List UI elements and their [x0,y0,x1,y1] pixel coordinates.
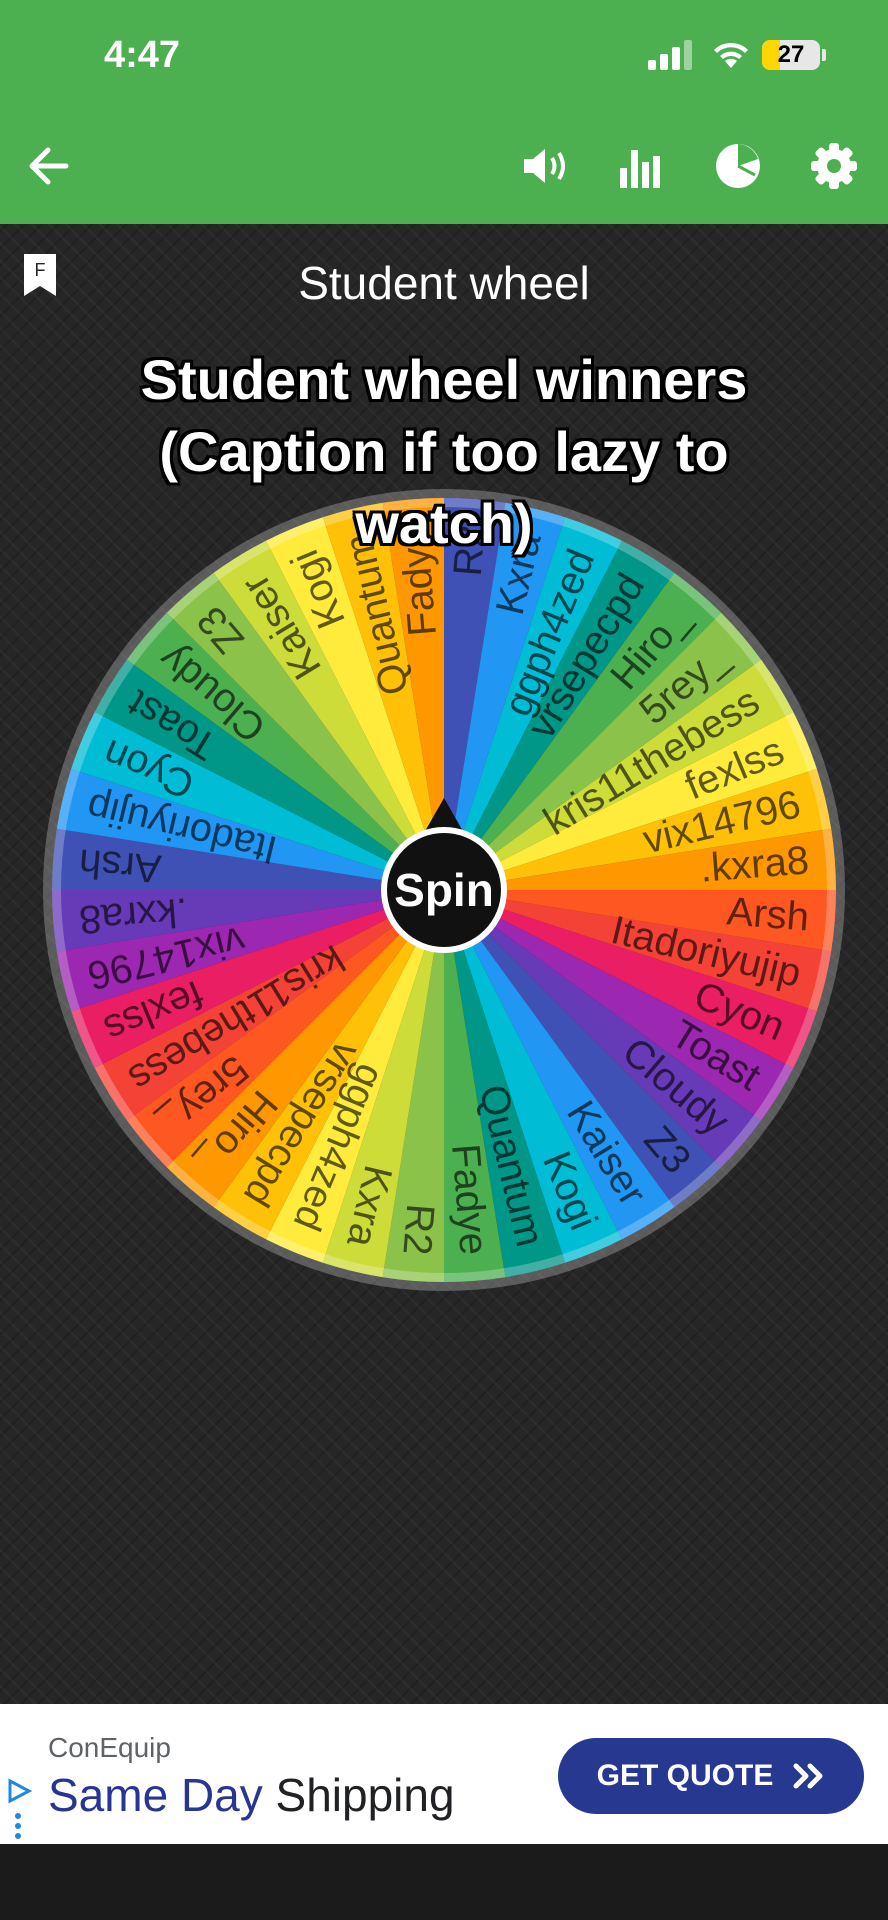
ad-headline: Same Day Shipping [48,1768,455,1822]
battery-indicator: 27 [762,40,820,70]
pie-chart-icon[interactable] [710,138,766,194]
ad-banner[interactable]: ConEquip Same Day Shipping GET QUOTE [0,1704,888,1844]
get-quote-label: GET QUOTE [596,1759,774,1792]
wheel-entry-label: Fadye [443,1142,496,1256]
volume-icon[interactable] [518,138,574,194]
ad-headline-rest: Shipping [262,1769,455,1821]
battery-tip [822,49,826,61]
bottom-strip [0,1844,888,1920]
settings-icon[interactable] [806,138,862,194]
spin-label: Spin [394,864,494,916]
signal-icon [648,40,692,70]
wifi-icon [714,42,748,68]
wheel-entry-label: Arsh [725,889,810,939]
status-time: 4:47 [104,34,181,76]
bar-chart-icon[interactable] [614,138,670,194]
wheel-screen: F Student wheel R2 Kxra ggph4zed vrsepecpd H… [0,224,888,1704]
double-chevron-right-icon [793,1763,823,1789]
arrow-left-icon[interactable] [20,138,76,194]
ad-brand: ConEquip [48,1732,171,1763]
status-bar: 4:47 27 [0,0,888,110]
ad-headline-highlight: Same Day [48,1769,263,1821]
wheel-entry-label: .kxra8 [698,838,810,890]
wheel-caption: Student wheel winners (Caption if too la… [140,348,748,555]
wheel-entry-label: R2 [394,1202,442,1256]
wheel-entry-label: .kxra8 [77,889,189,941]
wheel-entry-label: Arsh [77,840,162,890]
toolbar [0,110,888,224]
ad-options-icon[interactable] [12,1812,24,1842]
get-quote-button[interactable]: GET QUOTE [558,1738,864,1814]
ad-play-icon[interactable] [6,1778,32,1804]
